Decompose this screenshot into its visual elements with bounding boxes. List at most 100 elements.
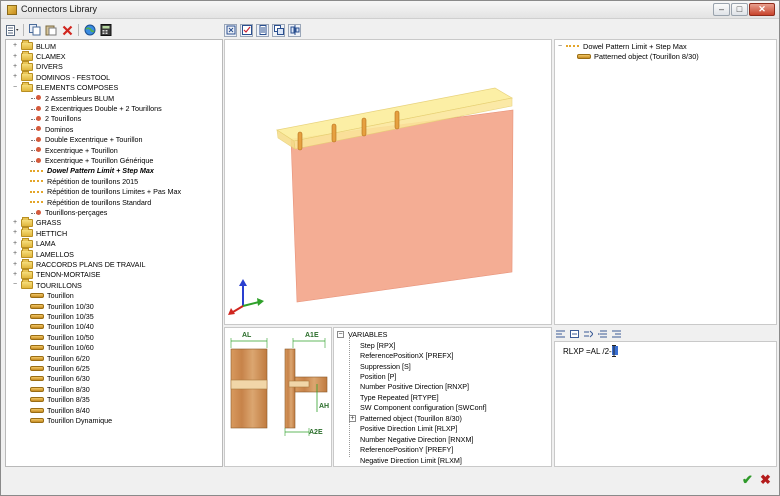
variable-item[interactable]: ReferencePositionX [PREFX] xyxy=(360,350,453,360)
tree-item[interactable]: Excentrique + Tourillon Générique xyxy=(30,155,153,165)
variables-tree[interactable]: − VARIABLES Step [RPX] ReferencePositionX… xyxy=(333,327,552,467)
tree-folder[interactable]: + GRASS xyxy=(11,216,61,228)
tree-item-label: Tourillon xyxy=(47,291,74,301)
paste-icon[interactable] xyxy=(44,23,58,37)
formula-text-line[interactable]: RLXP =AL /2- xyxy=(563,346,618,356)
tree-folder[interactable]: + RACCORDS PLANS DE TRAVAIL xyxy=(11,258,145,269)
structure-root[interactable]: − Dowel Pattern Limit + Step Max xyxy=(558,41,687,51)
tree-item[interactable]: Tourillon xyxy=(30,291,74,301)
connectors-library-window: Connectors Library – □ ✕ + BLUM + CLAMEX + DI… xyxy=(0,0,780,496)
layers-icon[interactable] xyxy=(272,23,285,37)
tree-item[interactable]: 2 Assembleurs BLUM xyxy=(30,93,114,103)
tree-folder[interactable]: − TOURILLONS xyxy=(11,279,82,290)
tree-item[interactable]: Tourillon 8/40 xyxy=(30,405,90,415)
tree-item[interactable]: 2 Tourillons xyxy=(30,114,81,124)
variable-item[interactable]: Negative Direction Limit [RLXM] xyxy=(360,455,462,465)
tree-item[interactable]: Double Excentrique + Tourillon xyxy=(30,135,143,145)
tree-folder[interactable]: + LAMELLOS xyxy=(11,248,74,259)
formula-tool-icon[interactable] xyxy=(611,330,621,339)
ok-button[interactable]: ✔ xyxy=(740,472,755,487)
document-view-icon[interactable] xyxy=(256,23,269,37)
maximize-button[interactable]: □ xyxy=(731,3,748,16)
connector-tree[interactable]: + BLUM + CLAMEX + DIVERS + DOMINOS - FESTOOL − EL… xyxy=(5,39,223,467)
tree-item-label: Dominos xyxy=(45,124,74,134)
formula-tool-icon[interactable] xyxy=(597,330,607,339)
tree-item[interactable]: Tourillon 6/30 xyxy=(30,374,90,384)
dowel-icon xyxy=(30,386,44,392)
tree-item[interactable]: Répétition de tourillons Standard xyxy=(30,197,151,207)
variables-root[interactable]: − VARIABLES xyxy=(337,329,387,339)
tree-item[interactable]: Tourillon 8/35 xyxy=(30,395,90,405)
tree-folder[interactable]: + HETTICH xyxy=(11,227,67,238)
view-menu-icon[interactable] xyxy=(5,23,19,37)
expand-toggle[interactable]: − xyxy=(11,281,19,289)
variable-item[interactable]: Suppression [S] xyxy=(360,361,411,371)
structure-tree[interactable]: − Dowel Pattern Limit + Step Max Pattern… xyxy=(554,39,777,325)
close-button[interactable]: ✕ xyxy=(749,3,775,16)
tree-item[interactable]: Répétition de tourillons 2015 xyxy=(30,176,138,186)
variable-item[interactable]: Step [RPX] xyxy=(360,340,396,350)
variable-item[interactable]: Position [P] xyxy=(360,371,396,381)
variable-item[interactable]: + Patterned object (Tourillon 8/30) xyxy=(349,413,462,423)
variable-label: Position [P] xyxy=(360,372,397,382)
expand-toggle[interactable]: + xyxy=(349,414,356,422)
formula-tool-icon[interactable] xyxy=(569,330,579,339)
tree-item[interactable]: Tourillon 8/30 xyxy=(30,384,90,394)
formula-tool-icon[interactable] xyxy=(555,330,565,339)
cancel-button[interactable]: ✖ xyxy=(758,472,773,487)
formula-editor[interactable]: RLXP =AL /2- xyxy=(554,341,777,467)
variable-item[interactable]: Number Negative Direction [RNXM] xyxy=(360,434,473,444)
tree-item[interactable]: Tourillon 10/50 xyxy=(30,332,94,342)
copy-icon[interactable] xyxy=(28,23,42,37)
checklist-icon[interactable] xyxy=(240,23,253,37)
tree-item-label: 2 Tourillons xyxy=(45,114,82,124)
expand-toggle[interactable]: + xyxy=(11,261,19,269)
tree-folder[interactable]: − ELEMENTS COMPOSES xyxy=(11,81,118,93)
variable-item[interactable]: Number Positive Direction [RNXP] xyxy=(360,382,469,392)
variable-item[interactable]: ReferencePositionY [PREFY] xyxy=(360,445,453,455)
3d-viewport[interactable] xyxy=(224,39,552,325)
tree-item[interactable]: Excentrique + Tourillon xyxy=(30,145,118,155)
tree-item[interactable]: Tourillon 10/60 xyxy=(30,343,94,353)
tree-item[interactable]: Tourillon 6/25 xyxy=(30,363,90,373)
tree-item[interactable]: Tourillon 10/40 xyxy=(30,322,94,332)
expand-toggle[interactable]: + xyxy=(11,73,19,81)
variable-label: ReferencePositionY [PREFY] xyxy=(360,445,454,455)
delete-icon[interactable] xyxy=(60,23,74,37)
minimize-button[interactable]: – xyxy=(713,3,730,16)
expand-toggle[interactable]: + xyxy=(11,63,19,71)
tree-folder[interactable]: + BLUM xyxy=(11,40,56,51)
expand-toggle[interactable]: + xyxy=(11,250,19,258)
collapse-toggle[interactable]: − xyxy=(558,43,566,50)
expand-toggle[interactable]: + xyxy=(11,53,19,61)
pattern-icon xyxy=(30,188,44,196)
web-icon[interactable] xyxy=(83,23,97,37)
tree-item[interactable]: Dominos xyxy=(30,124,73,134)
formula-tool-icon[interactable] xyxy=(583,330,593,339)
expand-toggle[interactable]: − xyxy=(11,84,19,92)
tree-item[interactable]: Dowel Pattern Limit + Step Max xyxy=(30,166,154,176)
tree-item[interactable]: Répétition de tourillons Limites + Pas M… xyxy=(30,187,181,197)
expand-toggle[interactable]: + xyxy=(11,271,19,279)
collapse-toggle[interactable]: − xyxy=(337,330,344,338)
zoom-fit-icon[interactable] xyxy=(224,23,237,37)
tree-item[interactable]: Tourillon 10/30 xyxy=(30,301,94,311)
variable-item[interactable]: Type Repeated [RTYPE] xyxy=(360,392,439,402)
expand-toggle[interactable]: + xyxy=(11,229,19,237)
tree-item[interactable]: Tourillon Dynamique xyxy=(30,415,112,425)
expand-toggle[interactable]: + xyxy=(11,219,19,227)
tree-folder[interactable]: + CLAMEX xyxy=(11,50,66,61)
tree-item[interactable]: Tourillon 10/35 xyxy=(30,311,94,321)
tree-folder[interactable]: + DIVERS xyxy=(11,60,63,72)
variable-item[interactable]: SW Component configuration [SWConf] xyxy=(360,403,487,413)
structure-child[interactable]: Patterned object (Tourillon 8/30) xyxy=(577,51,699,61)
expand-toggle[interactable]: + xyxy=(11,240,19,248)
tree-item[interactable]: Tourillon 6/20 xyxy=(30,353,90,363)
tree-item[interactable]: 2 Excentriques Double + 2 Tourillons xyxy=(30,103,162,113)
calculator-icon[interactable] xyxy=(99,23,113,37)
tree-item[interactable]: Tourillons-perçages xyxy=(30,207,107,217)
tree-folder[interactable]: + LAMA xyxy=(11,237,56,249)
align-icon[interactable] xyxy=(288,23,301,37)
variable-item[interactable]: Positive Direction Limit [RLXP] xyxy=(360,424,457,434)
expand-toggle[interactable]: + xyxy=(11,42,19,50)
